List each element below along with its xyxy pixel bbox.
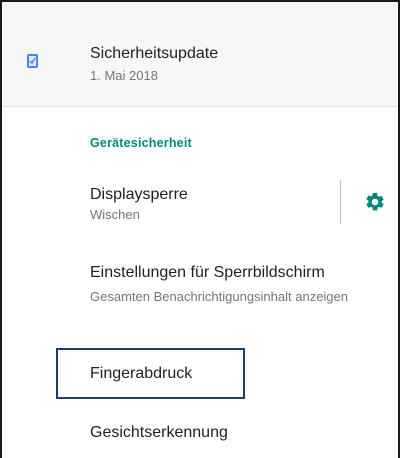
lock-screen-settings-title: Einstellungen für Sperrbildschirm: [90, 264, 325, 281]
security-update-date: 1. Mai 2018: [90, 68, 158, 83]
screen-lock-title: Displaysperre: [90, 186, 188, 203]
section-header-device-security: Gerätesicherheit: [90, 136, 192, 150]
fingerprint-row[interactable]: [2, 348, 398, 400]
gear-icon[interactable]: [364, 191, 386, 213]
settings-screen: Sicherheitsupdate 1. Mai 2018 Gerätesich…: [0, 0, 400, 458]
lock-screen-settings-summary: Gesamten Benachrichtigungsinhalt anzeige…: [90, 289, 349, 304]
security-update-icon: [27, 54, 38, 68]
face-recognition-title: Gesichtserkennung: [90, 424, 228, 441]
vertical-separator: [340, 180, 341, 224]
security-update-title: Sicherheitsupdate: [90, 45, 219, 62]
screen-lock-value: Wischen: [90, 207, 140, 222]
divider: [2, 106, 398, 107]
fingerprint-title: Fingerabdruck: [90, 365, 193, 382]
